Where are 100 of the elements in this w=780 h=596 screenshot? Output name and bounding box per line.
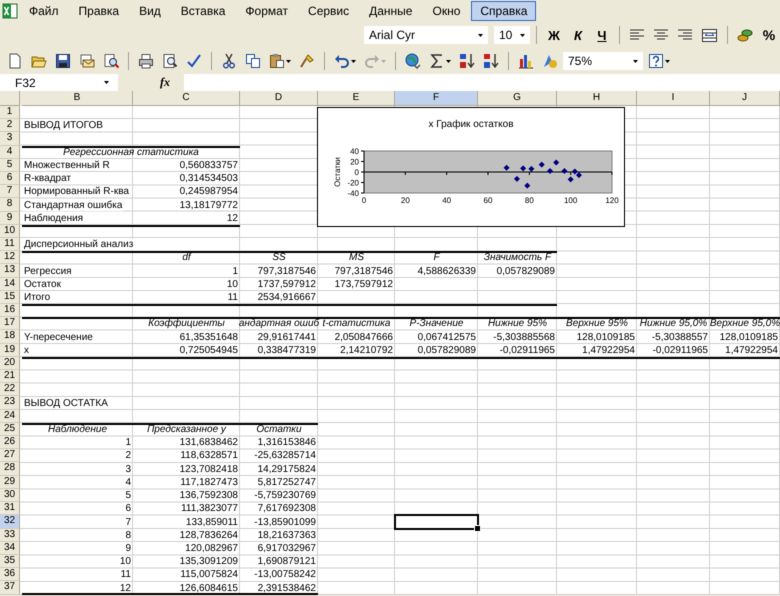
copy-icon[interactable] [245, 53, 261, 69]
printer-icon[interactable] [138, 53, 154, 69]
undo-arrow-icon[interactable] [334, 53, 350, 69]
menu-item[interactable]: Окно [423, 1, 470, 21]
insert-function-button[interactable]: fx [160, 75, 170, 90]
percent-button[interactable]: % [758, 25, 780, 45]
row-header[interactable]: 20 [0, 356, 20, 370]
row-header[interactable]: 35 [0, 554, 20, 568]
row-header[interactable]: 18 [0, 330, 20, 344]
menu-item[interactable]: Сервис [299, 1, 358, 21]
row-header[interactable]: 10 [0, 224, 20, 238]
dropdown-caret-icon[interactable] [520, 34, 524, 36]
number-cell-text: 5 [124, 490, 132, 502]
row-header[interactable]: 22 [0, 383, 20, 396]
row-header[interactable]: 21 [0, 370, 20, 384]
row-header[interactable]: 4 [0, 146, 20, 159]
row-header[interactable]: 11 [0, 238, 20, 252]
menu-item[interactable]: Вид [130, 1, 170, 21]
row-header[interactable]: 17 [0, 317, 20, 330]
row-header[interactable]: 12 [0, 251, 20, 264]
row-header[interactable]: 9 [0, 212, 20, 225]
row-header[interactable]: 15 [0, 290, 20, 304]
checkmark-icon[interactable] [186, 53, 202, 69]
number-cell-text: 0,057829089 [496, 266, 556, 277]
dropdown-caret-icon[interactable] [632, 60, 638, 62]
menu-item[interactable]: Формат [236, 1, 298, 21]
clipboard-icon[interactable] [269, 53, 285, 69]
row-header[interactable]: 25 [0, 422, 20, 436]
dropdown-caret-icon[interactable] [351, 60, 356, 62]
paintbrush-icon[interactable] [299, 53, 315, 69]
menu-item[interactable]: Правка [70, 1, 128, 21]
row-header[interactable]: 31 [0, 502, 20, 516]
number-cell-text: 1,316153846 [256, 437, 317, 448]
underline-button[interactable]: Ч [591, 26, 613, 44]
sort-ascending-icon[interactable] [459, 53, 475, 69]
number-cell-text: 10 [118, 556, 132, 568]
column-heading: P-Значение [408, 318, 464, 330]
print-preview-icon[interactable] [162, 53, 178, 69]
row-header[interactable]: 28 [0, 462, 20, 476]
row-header[interactable]: 1 [0, 106, 20, 120]
row-header[interactable]: 3 [0, 132, 20, 146]
number-cell-text: 133,859011 [184, 516, 239, 528]
column-header[interactable]: F [395, 91, 478, 106]
row-header[interactable]: 26 [0, 436, 20, 450]
menu-item[interactable]: Данные [360, 1, 422, 21]
number-cell-text: 136,7592308 [178, 490, 239, 502]
name-box[interactable]: F32 [0, 74, 118, 92]
row-header[interactable]: 19 [0, 344, 20, 357]
row-header[interactable]: 5 [0, 158, 20, 172]
bar-chart-icon[interactable] [518, 53, 534, 69]
number-cell-text: 61,35351648 [178, 332, 239, 343]
dropdown-caret-icon[interactable] [446, 60, 451, 62]
row-header[interactable]: 29 [0, 476, 20, 489]
dropdown-caret-icon[interactable] [478, 34, 482, 36]
help-icon[interactable] [648, 53, 664, 69]
row-header[interactable]: 8 [0, 198, 20, 212]
row-header[interactable]: 23 [0, 396, 20, 410]
sort-descending-icon[interactable] [483, 53, 499, 69]
column-heading: Значимость F [482, 252, 552, 264]
bold-button[interactable]: Ж [543, 26, 565, 44]
row-header[interactable]: 32 [0, 515, 20, 528]
row-header[interactable]: 33 [0, 528, 20, 542]
row-header[interactable]: 7 [0, 185, 20, 198]
row-header[interactable]: 30 [0, 488, 20, 502]
row-header[interactable]: 2 [0, 119, 20, 132]
row-header[interactable]: 14 [0, 278, 20, 291]
envelope-icon[interactable] [79, 53, 95, 69]
new-document-icon[interactable] [7, 53, 23, 69]
zoom-dropdown[interactable]: 75% [563, 52, 643, 70]
row-header[interactable]: 13 [0, 264, 20, 278]
dropdown-caret-icon[interactable] [665, 60, 670, 62]
cell-cursor[interactable] [394, 514, 479, 530]
text-cell: Итого [22, 292, 52, 304]
formula-input-field[interactable] [184, 74, 780, 91]
row-header[interactable]: 34 [0, 542, 20, 555]
font-size-dropdown[interactable]: 10 [494, 26, 530, 44]
row-header[interactable]: 36 [0, 568, 20, 582]
row-header[interactable]: 24 [0, 410, 20, 423]
row-header[interactable]: 6 [0, 172, 20, 186]
shapes-icon[interactable] [542, 53, 558, 69]
number-cell-text: -5,30388557 [650, 332, 709, 343]
row-header[interactable]: 37 [0, 581, 20, 595]
sigma-icon[interactable] [429, 53, 445, 69]
merge-cells-icon[interactable] [701, 28, 718, 42]
font-name-dropdown[interactable]: Arial Cyr [364, 26, 488, 44]
coins-icon[interactable] [737, 27, 753, 43]
magnifier-page-icon[interactable] [103, 53, 119, 69]
globe-icon[interactable] [405, 53, 421, 69]
dropdown-caret-icon[interactable] [286, 60, 291, 62]
scissors-icon[interactable] [221, 53, 237, 69]
number-cell-text: 12 [226, 212, 239, 224]
dropdown-caret-icon[interactable] [104, 81, 108, 84]
row-header[interactable]: 27 [0, 449, 20, 462]
row-header[interactable]: 16 [0, 304, 20, 318]
number-cell-text: 29,91617441 [256, 332, 317, 343]
menu-item[interactable]: Справка [471, 1, 536, 21]
spreadsheet-app-icon[interactable] [2, 3, 18, 19]
menu-item[interactable]: Вставка [172, 1, 234, 21]
menu-item[interactable]: Файл [20, 1, 68, 21]
italic-button[interactable]: К [567, 26, 589, 44]
